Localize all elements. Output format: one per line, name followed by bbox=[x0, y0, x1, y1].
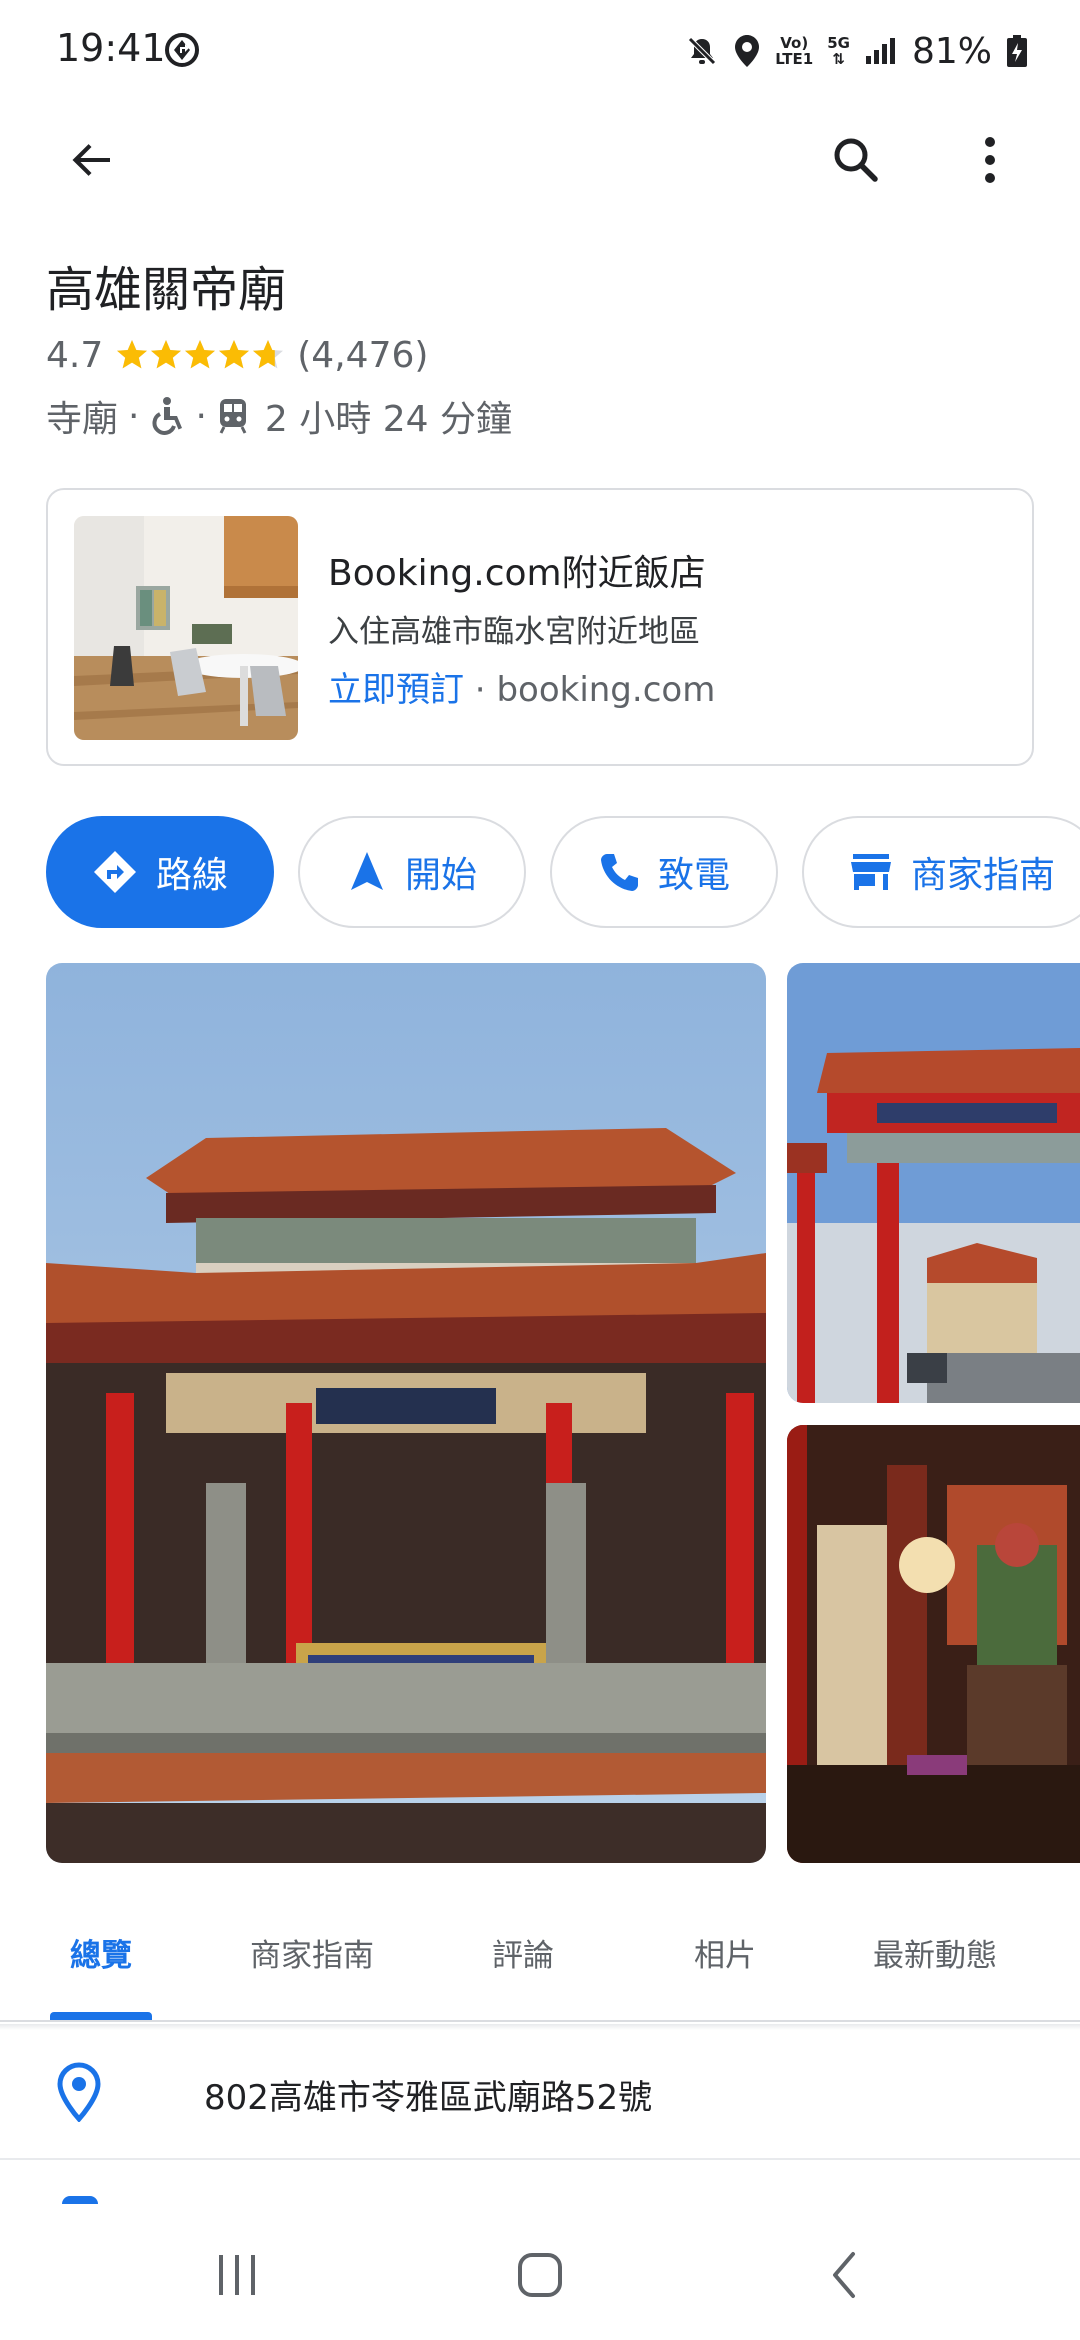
search-button[interactable] bbox=[820, 124, 892, 196]
star-icon bbox=[151, 340, 182, 369]
volte-indicator: Vo) LTE1 bbox=[775, 35, 813, 67]
status-bar: 19:41 Vo) LTE1 5G ⇅ 81% bbox=[0, 0, 1080, 100]
wheelchair-accessible-icon bbox=[149, 396, 185, 436]
address-text: 802高雄市苓雅區武廟路52號 bbox=[204, 2078, 653, 2118]
phone-icon bbox=[600, 854, 638, 891]
place-title: 高雄關帝廟 bbox=[46, 262, 287, 318]
mute-icon bbox=[685, 34, 719, 68]
rating-stars bbox=[115, 338, 285, 372]
data-arrows-icon: ⇅ bbox=[832, 50, 845, 68]
five-g-label: 5G bbox=[827, 34, 850, 52]
place-tabs: 總覽 商家指南 評論 相片 最新動態 bbox=[0, 1890, 1080, 2022]
active-tab-indicator bbox=[50, 2012, 152, 2020]
system-nav-bar bbox=[0, 2210, 1080, 2340]
review-count: (4,476) bbox=[297, 334, 429, 376]
tab-updates[interactable]: 最新動態 bbox=[873, 1930, 997, 1975]
separator-dot: · bbox=[464, 670, 497, 710]
directions-label: 路線 bbox=[155, 855, 228, 896]
tab-overview[interactable]: 總覽 bbox=[70, 1930, 132, 1975]
directory-label: 商家指南 bbox=[910, 855, 1055, 896]
temple-gate-photo[interactable] bbox=[787, 963, 1080, 1403]
transit-icon bbox=[217, 397, 249, 435]
ad-title: Booking.com附近飯店 bbox=[328, 553, 706, 594]
more-vertical-icon bbox=[985, 137, 995, 183]
book-now-link[interactable]: 立即預訂 bbox=[328, 670, 464, 710]
search-icon bbox=[834, 138, 878, 182]
ad-subtitle: 入住高雄市臨水宮附近地區 bbox=[328, 614, 700, 650]
star-icon bbox=[219, 340, 250, 369]
rating-value: 4.7 bbox=[46, 334, 104, 376]
back-button[interactable] bbox=[56, 124, 128, 196]
chevron-left-icon bbox=[833, 2252, 855, 2298]
home-button[interactable] bbox=[500, 2240, 580, 2310]
recent-apps-icon bbox=[219, 2255, 255, 2295]
temple-main-photo[interactable] bbox=[46, 963, 766, 1863]
directions-icon bbox=[93, 851, 136, 893]
more-options-button[interactable] bbox=[954, 124, 1026, 196]
call-label: 致電 bbox=[657, 855, 730, 896]
five-g-indicator: 5G ⇅ bbox=[827, 35, 850, 67]
star-icon bbox=[185, 340, 216, 369]
ad-domain: booking.com bbox=[496, 670, 716, 710]
address-row[interactable]: 802高雄市苓雅區武廟路52號 bbox=[0, 2026, 1080, 2160]
recent-apps-button[interactable] bbox=[197, 2240, 277, 2310]
maps-notification-icon bbox=[164, 32, 200, 68]
start-label: 開始 bbox=[404, 855, 477, 896]
directions-button[interactable]: 路線 bbox=[46, 816, 274, 928]
business-directory-button[interactable]: 商家指南 bbox=[802, 816, 1080, 928]
place-meta-row: 寺廟 · · 2 小時 24 分鐘 bbox=[46, 393, 512, 441]
start-navigation-button[interactable]: 開始 bbox=[298, 816, 526, 928]
action-chips: 路線 開始 致電 商家指南 bbox=[46, 816, 1080, 928]
ad-link-row: 立即預訂 · booking.com bbox=[328, 662, 715, 711]
system-back-button[interactable] bbox=[803, 2240, 883, 2310]
volte-label: Vo) bbox=[780, 34, 809, 52]
next-row-icon bbox=[62, 2196, 98, 2204]
separator-dot: · bbox=[195, 395, 207, 437]
status-time: 19:41 bbox=[56, 26, 166, 70]
location-pin-icon bbox=[56, 2062, 102, 2126]
lte-label: LTE1 bbox=[775, 50, 814, 68]
location-icon bbox=[733, 33, 761, 69]
arrow-left-icon bbox=[72, 144, 110, 176]
storefront-icon bbox=[850, 854, 891, 890]
battery-percent: 81% bbox=[911, 30, 992, 72]
temple-interior-photo[interactable] bbox=[787, 1425, 1080, 1863]
app-bar bbox=[0, 110, 1080, 210]
navigation-icon bbox=[350, 852, 383, 890]
status-indicators: Vo) LTE1 5G ⇅ 81% bbox=[685, 26, 1028, 76]
tab-reviews[interactable]: 評論 bbox=[492, 1930, 554, 1975]
tab-photos[interactable]: 相片 bbox=[694, 1930, 756, 1975]
separator-dot: · bbox=[128, 395, 140, 437]
hotel-room-image bbox=[74, 516, 298, 740]
star-icon bbox=[253, 340, 284, 369]
tab-directory[interactable]: 商家指南 bbox=[250, 1930, 374, 1975]
rating-row[interactable]: 4.7 (4,476) bbox=[46, 332, 428, 378]
hotel-ad-card[interactable]: Booking.com附近飯店 入住高雄市臨水宮附近地區 立即預訂 · book… bbox=[46, 488, 1034, 766]
star-icon bbox=[117, 340, 148, 369]
call-button[interactable]: 致電 bbox=[550, 816, 778, 928]
place-category: 寺廟 bbox=[46, 399, 119, 440]
signal-icon bbox=[864, 36, 898, 66]
home-icon bbox=[518, 2253, 562, 2297]
travel-time: 2 小時 24 分鐘 bbox=[264, 399, 512, 440]
battery-charging-icon bbox=[1006, 34, 1028, 68]
